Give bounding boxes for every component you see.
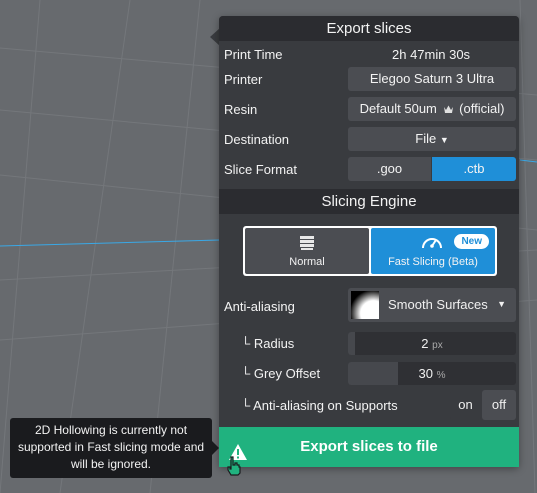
tree-branch-icon: └ bbox=[241, 366, 251, 381]
engine-normal-label: Normal bbox=[289, 256, 325, 268]
resin-value-prefix: Default 50um bbox=[359, 101, 437, 116]
resin-value-suffix: (official) bbox=[459, 101, 505, 116]
radius-label: └ Radius bbox=[241, 336, 294, 351]
radius-label-text: Radius bbox=[253, 336, 295, 351]
print-time-value: 2h 47min 30s bbox=[392, 47, 471, 62]
printer-label: Printer bbox=[224, 72, 263, 87]
resin-select[interactable]: Default 50um (official) bbox=[348, 97, 516, 121]
slice-format-goo[interactable]: .goo bbox=[348, 157, 431, 181]
export-slices-button[interactable]: Export slices to file bbox=[219, 427, 519, 467]
grey-offset-value: 30 % bbox=[418, 366, 446, 381]
slicing-engine-title: Slicing Engine bbox=[219, 189, 519, 214]
caret-down-icon: ▼ bbox=[439, 135, 449, 145]
hollowing-warning-tooltip: 2D Hollowing is currently not supported … bbox=[10, 418, 212, 478]
slice-format-label: Slice Format bbox=[224, 162, 297, 177]
printer-select[interactable]: Elegoo Saturn 3 Ultra bbox=[348, 67, 516, 91]
anti-aliasing-value: Smooth Surfaces bbox=[388, 297, 488, 312]
caret-down-icon: ▼ bbox=[497, 299, 506, 309]
new-badge: New bbox=[454, 234, 489, 249]
export-button-label: Export slices to file bbox=[300, 438, 438, 455]
slice-format-ctb[interactable]: .ctb bbox=[432, 157, 516, 181]
grey-offset-label: └ Grey Offset bbox=[241, 366, 320, 381]
aa-supports-label-text: Anti-aliasing on Supports bbox=[253, 398, 398, 413]
destination-select[interactable]: File ▼ bbox=[348, 127, 516, 151]
aa-supports-off[interactable]: off bbox=[482, 390, 516, 420]
destination-value: File bbox=[415, 131, 437, 146]
aa-supports-on[interactable]: on bbox=[450, 390, 481, 420]
hand-cursor-icon bbox=[226, 456, 242, 479]
engine-fast-label: Fast Slicing (Beta) bbox=[388, 256, 478, 268]
printer-value: Elegoo Saturn 3 Ultra bbox=[369, 71, 495, 86]
tooltip-arrow bbox=[212, 441, 219, 455]
smooth-surfaces-preview-icon bbox=[351, 291, 379, 319]
print-time-label: Print Time bbox=[224, 47, 283, 62]
grey-offset-label-text: Grey Offset bbox=[253, 366, 321, 381]
tree-branch-icon: └ bbox=[241, 398, 251, 413]
radius-slider[interactable]: 2 px bbox=[348, 332, 516, 355]
crown-icon bbox=[443, 98, 454, 122]
panel-title: Export slices bbox=[219, 16, 519, 41]
anti-aliasing-select[interactable]: Smooth Surfaces ▼ bbox=[348, 288, 516, 322]
resin-label: Resin bbox=[224, 102, 258, 117]
radius-value: 2 px bbox=[421, 336, 443, 351]
aa-supports-label: └ Anti-aliasing on Supports bbox=[241, 398, 398, 413]
speedometer-icon bbox=[421, 233, 443, 254]
destination-label: Destination bbox=[224, 132, 290, 147]
grey-offset-slider[interactable]: 30 % bbox=[348, 362, 516, 385]
export-slices-panel: Export slices Print Time 2h 47min 30s Pr… bbox=[219, 16, 519, 467]
layers-icon bbox=[298, 233, 316, 254]
engine-fast-button[interactable]: New Fast Slicing (Beta) bbox=[371, 228, 495, 274]
tree-branch-icon: └ bbox=[241, 336, 251, 351]
engine-selector: Normal New Fast Slicing (Beta) bbox=[243, 226, 497, 276]
anti-aliasing-label: Anti-aliasing bbox=[224, 299, 295, 314]
engine-normal-button[interactable]: Normal bbox=[245, 228, 369, 274]
